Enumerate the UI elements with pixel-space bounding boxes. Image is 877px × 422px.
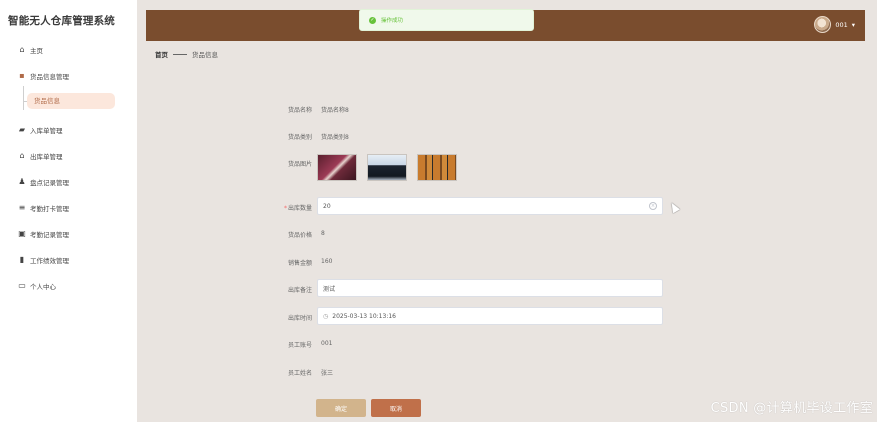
product-image-1[interactable] <box>317 154 357 181</box>
sidebar-item-product-management[interactable]: ▪ 货品信息管理 <box>18 71 69 82</box>
sidebar: 智能无人仓库管理系统 ⌂ 主页 ▪ 货品信息管理 货品信息 ▰ 入库单管理 ⌂ … <box>0 0 137 422</box>
sidebar-item-label: 盘点记录管理 <box>30 179 69 187</box>
product-image-3[interactable] <box>417 154 457 181</box>
avatar <box>814 16 832 33</box>
watermark: CSDN @计算机毕设工作室 <box>710 401 873 416</box>
topbar: ✓ 操作成功 001 ▾ <box>146 9 865 41</box>
checkbox-icon: ▣ <box>18 229 26 238</box>
mouse-cursor <box>668 200 680 214</box>
remark-label: 出库备注 <box>287 287 312 294</box>
product-name-value: 货品名称8 <box>321 107 349 114</box>
sidebar-item-label: 出库单管理 <box>30 153 63 161</box>
truck-icon: ▰ <box>18 125 26 134</box>
amount-label: 销售金额 <box>287 260 312 267</box>
clock-icon: ◷ <box>323 312 329 320</box>
price-label: 货品价格 <box>287 232 312 239</box>
out-quantity-input[interactable]: 20 × <box>317 197 663 215</box>
app-title: 智能无人仓库管理系统 <box>8 15 115 27</box>
sidebar-item-label: 货品信息管理 <box>30 73 69 81</box>
breadcrumb: 首页 货品信息 <box>155 49 218 59</box>
card-icon: ▭ <box>18 281 26 290</box>
sidebar-item-label: 考勤打卡管理 <box>30 205 69 213</box>
chart-icon: ▮ <box>19 255 25 264</box>
breadcrumb-separator <box>173 53 187 55</box>
remark-value: 测试 <box>323 285 336 293</box>
success-toast: ✓ 操作成功 <box>359 9 534 31</box>
sidebar-item-attendance[interactable]: ≡ 考勤打卡管理 <box>18 203 69 214</box>
warehouse-icon: ⌂ <box>19 151 25 160</box>
sidebar-item-outbound[interactable]: ⌂ 出库单管理 <box>18 151 63 162</box>
time-label: 出库时间 <box>287 315 312 322</box>
sidebar-item-label: 主页 <box>30 47 43 55</box>
time-input[interactable]: ◷ 2025-03-13 10:13:16 <box>317 307 663 325</box>
product-category-value: 货品类别8 <box>321 134 349 141</box>
username: 001 <box>835 20 848 29</box>
sidebar-item-attendance-records[interactable]: ▣ 考勤记录管理 <box>18 229 69 240</box>
list-icon: ≡ <box>18 203 26 212</box>
price-value: 8 <box>321 230 325 237</box>
sidebar-item-profile[interactable]: ▭ 个人中心 <box>18 281 56 292</box>
time-value: 2025-03-13 10:13:16 <box>332 312 396 320</box>
sidebar-item-label: 考勤记录管理 <box>30 231 69 239</box>
user-menu[interactable]: 001 ▾ <box>814 16 855 33</box>
grid-icon: ▪ <box>19 71 25 80</box>
sidebar-item-performance[interactable]: ▮ 工作绩效管理 <box>18 255 69 266</box>
toast-message: 操作成功 <box>381 18 404 24</box>
staff-name-value: 张三 <box>321 370 334 377</box>
sidebar-item-home[interactable]: ⌂ 主页 <box>18 45 43 56</box>
amount-value: 160 <box>321 258 333 265</box>
remark-input[interactable]: 测试 <box>317 279 663 297</box>
product-name-label: 货品名称 <box>287 107 312 114</box>
caret-down-icon: ▾ <box>851 20 855 29</box>
home-icon: ⌂ <box>19 45 25 54</box>
out-quantity-label: *出库数量 <box>283 205 312 212</box>
sidebar-item-label: 工作绩效管理 <box>30 257 69 265</box>
product-image-2[interactable] <box>367 154 407 181</box>
staff-name-label: 员工姓名 <box>287 370 312 377</box>
product-image-label: 货品图片 <box>287 161 312 168</box>
product-category-label: 货品类别 <box>287 134 312 141</box>
sidebar-item-inventory[interactable]: ♟ 盘点记录管理 <box>18 177 69 188</box>
check-icon: ✓ <box>369 16 376 24</box>
staff-no-label: 员工账号 <box>287 342 312 349</box>
submenu-line <box>23 86 24 110</box>
clear-icon[interactable]: × <box>649 202 657 210</box>
cancel-button[interactable]: 取消 <box>371 399 421 417</box>
main-area: ✓ 操作成功 001 ▾ 首页 货品信息 货品名称 货品名称8 货品类别 货品类… <box>137 0 877 422</box>
sidebar-item-label: 个人中心 <box>30 283 56 291</box>
confirm-button[interactable]: 确定 <box>316 399 366 417</box>
breadcrumb-current: 货品信息 <box>192 51 218 59</box>
sidebar-item-label: 入库单管理 <box>30 127 63 135</box>
out-quantity-value: 20 <box>323 202 331 210</box>
staff-no-value: 001 <box>321 340 333 347</box>
sidebar-subitem-product-info[interactable]: 货品信息 <box>27 93 115 109</box>
person-icon: ♟ <box>18 177 26 186</box>
sidebar-item-inbound[interactable]: ▰ 入库单管理 <box>18 125 63 136</box>
breadcrumb-home[interactable]: 首页 <box>155 49 168 59</box>
